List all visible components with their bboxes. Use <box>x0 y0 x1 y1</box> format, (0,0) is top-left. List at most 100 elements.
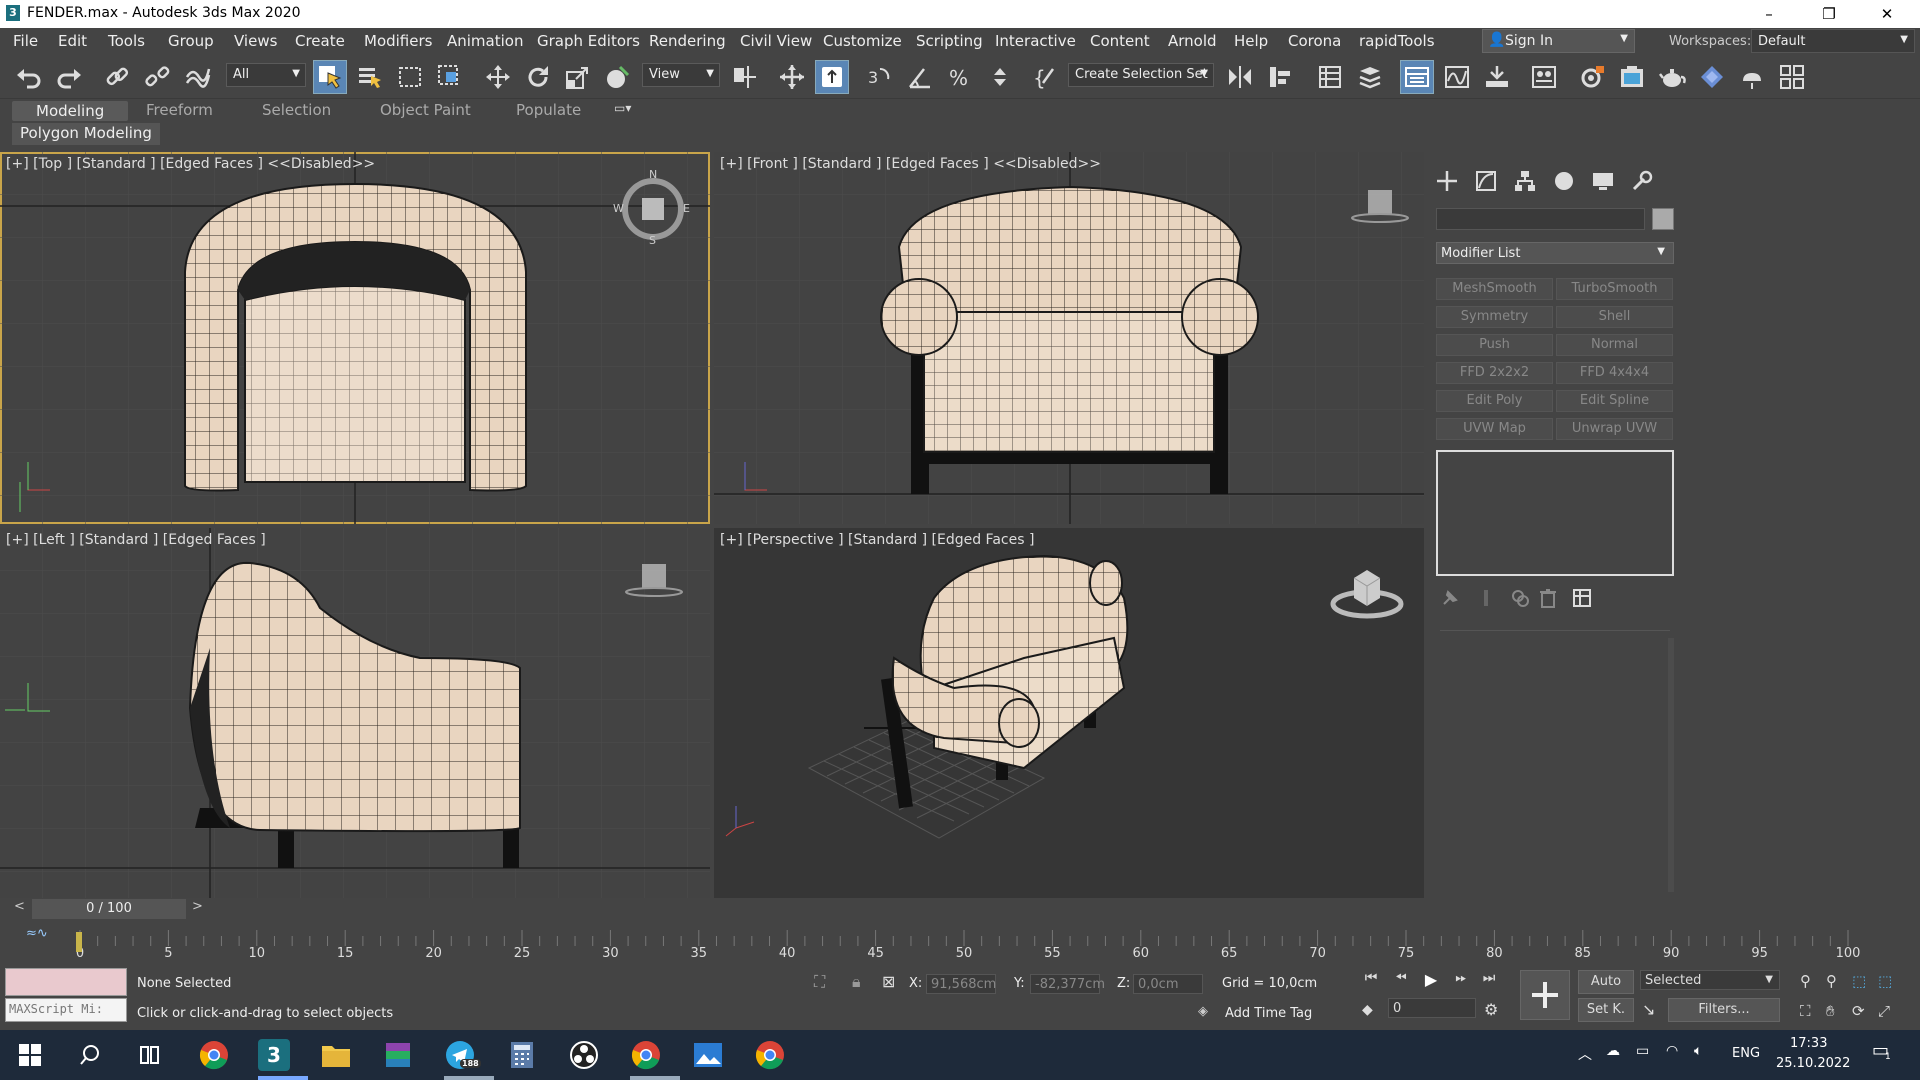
chrome-profile-taskbar-button[interactable] <box>630 1039 662 1071</box>
clock-time[interactable]: 17:33 <box>1790 1036 1827 1051</box>
pan-icon[interactable]: ✋︎ <box>1826 1002 1835 1020</box>
display-panel-tab[interactable] <box>1588 166 1618 196</box>
task-view-button[interactable] <box>134 1039 166 1071</box>
onedrive-icon[interactable]: ☁ <box>1606 1043 1620 1059</box>
tray-overflow-icon[interactable]: ︿ <box>1578 1044 1592 1064</box>
viewport-perspective-label[interactable]: [+] [Perspective ] [Standard ] [Edged Fa… <box>720 532 1034 548</box>
viewcube-front[interactable] <box>1350 190 1410 224</box>
viewport-top[interactable]: N S E W [+] [Top ] [Standard ] [Edged Fa… <box>0 152 710 524</box>
z-coordinate-field[interactable]: 0,0cm <box>1133 974 1203 994</box>
remove-modifier-button[interactable] <box>1536 586 1560 610</box>
edit-named-selection-button[interactable]: { <box>1028 60 1062 94</box>
chrome-taskbar-button[interactable] <box>198 1039 230 1071</box>
uvw-map-button[interactable]: UVW Map <box>1436 418 1553 440</box>
spinner-snap-button[interactable] <box>983 60 1017 94</box>
menu-corona[interactable]: Corona <box>1288 32 1341 50</box>
menu-rendering[interactable]: Rendering <box>649 32 726 50</box>
shell-button[interactable]: Shell <box>1556 306 1673 328</box>
orbit-icon[interactable]: ⟳ <box>1852 1002 1865 1020</box>
menu-help[interactable]: Help <box>1234 32 1268 50</box>
volume-icon[interactable]: 🔈︎ <box>1694 1043 1702 1059</box>
meshsmooth-button[interactable]: MeshSmooth <box>1436 278 1553 300</box>
unwrap-uvw-button[interactable]: Unwrap UVW <box>1556 418 1673 440</box>
time-slider-next-button[interactable]: > <box>192 899 203 914</box>
ribbon-options-icon[interactable]: ▭▾ <box>614 101 631 115</box>
render-setup-button[interactable] <box>1575 60 1609 94</box>
file-explorer-taskbar-button[interactable] <box>320 1039 352 1071</box>
go-to-start-button[interactable]: ⏮ <box>1360 970 1382 990</box>
reference-coordinate-dropdown[interactable]: View ▼ <box>642 63 720 87</box>
menu-arnold[interactable]: Arnold <box>1168 32 1217 50</box>
viewport-left-label[interactable]: [+] [Left ] [Standard ] [Edged Faces ] <box>6 532 266 548</box>
window-crossing-button[interactable] <box>433 60 467 94</box>
ffd-2x2x2-button[interactable]: FFD 2x2x2 <box>1436 362 1553 384</box>
a360-gallery-button[interactable] <box>1735 60 1769 94</box>
configure-modifier-sets-button[interactable] <box>1570 586 1594 610</box>
key-selection-set-dropdown[interactable]: Selected ▼ <box>1640 970 1780 990</box>
render-settings-grid-button[interactable] <box>1775 60 1809 94</box>
keyboard-shortcut-override-button[interactable] <box>815 60 849 94</box>
panel-scrollbar[interactable] <box>1668 638 1674 892</box>
viewcube-left[interactable] <box>624 564 684 598</box>
zoom-all-icon[interactable]: ⚲ <box>1826 972 1837 990</box>
snaps-toggle-button[interactable]: 3 <box>863 60 897 94</box>
create-panel-tab[interactable] <box>1432 166 1462 196</box>
play-button[interactable]: ▶ <box>1420 970 1442 990</box>
tab-object-paint[interactable]: Object Paint <box>380 101 471 119</box>
menu-content[interactable]: Content <box>1090 32 1150 50</box>
tab-freeform[interactable]: Freeform <box>146 101 213 119</box>
named-selection-set-dropdown[interactable]: Create Selection Set ▼ <box>1068 63 1214 87</box>
redo-button[interactable] <box>52 60 86 94</box>
selection-lock-icon[interactable]: 🔒︎ <box>852 972 861 992</box>
winrar-taskbar-button[interactable] <box>382 1039 414 1071</box>
sign-in-button[interactable]: 👤 Sign In ▼ <box>1482 29 1635 53</box>
windows-start-button[interactable] <box>14 1039 46 1071</box>
layer-explorer-button[interactable] <box>1353 60 1387 94</box>
time-config-icon[interactable]: ⚙ <box>1484 1000 1498 1019</box>
normal-button[interactable]: Normal <box>1556 334 1673 356</box>
make-unique-button[interactable] <box>1508 586 1532 610</box>
unlink-button[interactable] <box>140 60 174 94</box>
push-button[interactable]: Push <box>1436 334 1553 356</box>
percent-snap-button[interactable]: % <box>943 60 977 94</box>
rendered-frame-window-button[interactable] <box>1615 60 1649 94</box>
ffd-4x4x4-button[interactable]: FFD 4x4x4 <box>1556 362 1673 384</box>
link-button[interactable] <box>100 60 134 94</box>
language-indicator[interactable]: ENG <box>1732 1046 1760 1061</box>
rotate-button[interactable] <box>521 60 555 94</box>
maxscript-mini-listener[interactable]: MAXScript Mi: <box>5 998 127 1022</box>
isolate-selection-icon[interactable]: ⛶ <box>814 972 825 992</box>
edit-poly-button[interactable]: Edit Poly <box>1436 390 1553 412</box>
tab-populate[interactable]: Populate <box>516 101 581 119</box>
move-button[interactable] <box>481 60 515 94</box>
select-manipulate-button[interactable] <box>775 60 809 94</box>
time-slider-prev-button[interactable]: < <box>14 899 25 914</box>
chrome-second-taskbar-button[interactable] <box>754 1039 786 1071</box>
symmetry-button[interactable]: Symmetry <box>1436 306 1553 328</box>
key-filter-icon[interactable]: ↘ <box>1642 1000 1655 1019</box>
viewport-top-label[interactable]: [+] [Top ] [Standard ] [Edged Faces ] <<… <box>6 156 375 172</box>
3ds-max-taskbar-button[interactable]: 3 <box>258 1039 290 1071</box>
edit-spline-button[interactable]: Edit Spline <box>1556 390 1673 412</box>
show-end-result-button[interactable] <box>1474 586 1498 610</box>
turbosmooth-button[interactable]: TurboSmooth <box>1556 278 1673 300</box>
previous-frame-button[interactable]: ⏪︎ <box>1390 970 1412 990</box>
key-mode-icon[interactable]: ◆ <box>1362 1002 1373 1018</box>
material-editor-button[interactable] <box>1527 60 1561 94</box>
close-button[interactable]: ✕ <box>1858 0 1916 28</box>
telegram-taskbar-button[interactable]: 188 <box>444 1039 481 1071</box>
viewcube-compass[interactable]: N S E W <box>613 168 690 247</box>
minimize-button[interactable]: – <box>1740 0 1798 28</box>
calculator-taskbar-button[interactable] <box>506 1039 538 1071</box>
maximize-viewport-icon[interactable]: ⤢ <box>1878 1002 1890 1020</box>
render-in-cloud-button[interactable] <box>1695 60 1729 94</box>
scale-button[interactable] <box>561 60 595 94</box>
modifier-list-dropdown[interactable]: Modifier List ▼ <box>1436 242 1674 264</box>
menu-civil-view[interactable]: Civil View <box>740 32 812 50</box>
modifier-stack[interactable] <box>1436 450 1674 576</box>
absolute-mode-icon[interactable]: ⊠ <box>882 972 895 991</box>
object-color-swatch[interactable] <box>1652 208 1674 230</box>
undo-button[interactable] <box>12 60 46 94</box>
viewport-front-label[interactable]: [+] [Front ] [Standard ] [Edged Faces ] … <box>720 156 1101 172</box>
next-frame-button[interactable]: ⏩︎ <box>1450 970 1472 990</box>
